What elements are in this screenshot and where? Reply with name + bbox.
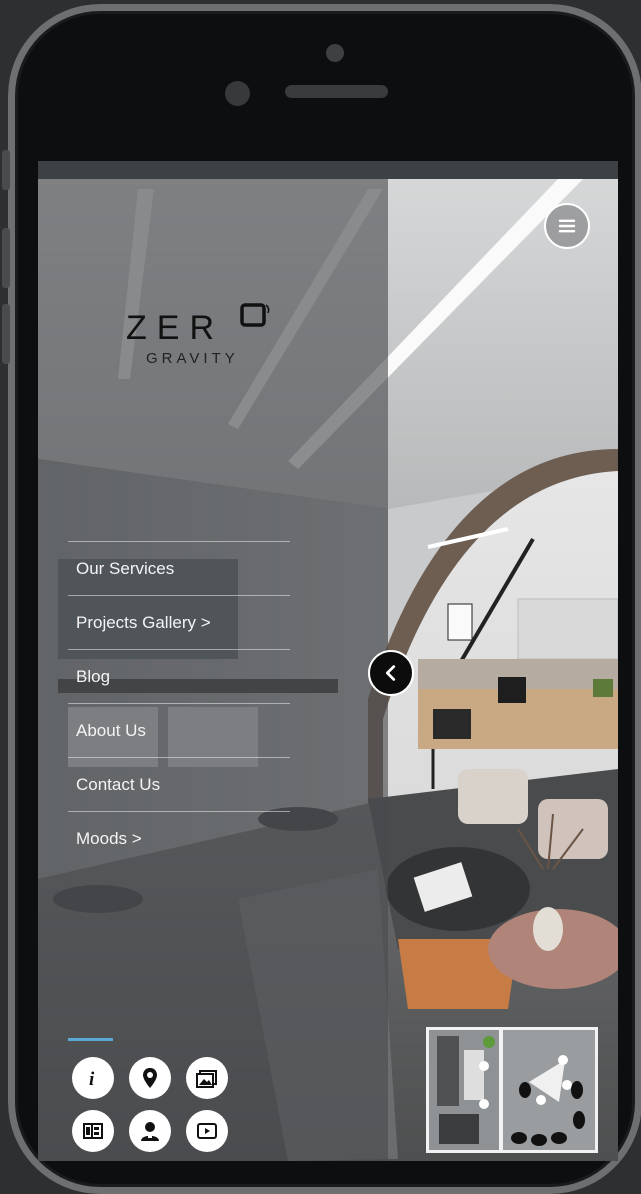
front-camera xyxy=(225,81,250,106)
menu-item-moods[interactable]: Moods > xyxy=(68,811,290,865)
menu-item-contact-us[interactable]: Contact Us xyxy=(68,757,290,811)
info-icon[interactable]: i xyxy=(72,1057,114,1099)
menu-item-blog[interactable]: Blog xyxy=(68,649,290,703)
menu-item-our-services[interactable]: Our Services xyxy=(68,541,290,595)
floor-plan-minimap[interactable] xyxy=(426,1027,598,1153)
toolbar-accent-line xyxy=(68,1038,113,1041)
minimap-image xyxy=(429,1030,595,1150)
logo-main-text: ZER xyxy=(126,309,224,347)
menu-item-projects-gallery[interactable]: Projects Gallery > xyxy=(68,595,290,649)
side-menu-panel: ZER GRAVITY Our Services Projects Galler… xyxy=(38,179,388,1161)
menu-item-about-us[interactable]: About Us xyxy=(68,703,290,757)
side-button-mute xyxy=(2,150,10,190)
hamburger-menu-button[interactable] xyxy=(544,203,590,249)
chevron-left-icon xyxy=(385,665,396,681)
floorplan-icon[interactable] xyxy=(72,1110,114,1152)
sensor-dot xyxy=(326,44,344,62)
earpiece-speaker xyxy=(285,85,388,98)
app-screen: ZER GRAVITY Our Services Projects Galler… xyxy=(38,161,618,1161)
logo-sub-text: GRAVITY xyxy=(146,350,239,367)
status-bar xyxy=(38,161,618,179)
play-video-icon[interactable] xyxy=(186,1110,228,1152)
user-icon[interactable] xyxy=(129,1110,171,1152)
hamburger-menu-icon xyxy=(558,219,576,233)
side-button-volume-down xyxy=(2,304,10,364)
photo-gallery-icon[interactable] xyxy=(186,1057,228,1099)
zero-gravity-logo: ZER GRAVITY xyxy=(126,303,270,367)
svg-text:i: i xyxy=(89,1069,95,1090)
location-pin-icon[interactable] xyxy=(129,1057,171,1099)
main-nav: Our Services Projects Gallery > Blog Abo… xyxy=(68,541,290,865)
collapse-menu-button[interactable] xyxy=(368,650,414,696)
side-button-volume-up xyxy=(2,228,10,288)
